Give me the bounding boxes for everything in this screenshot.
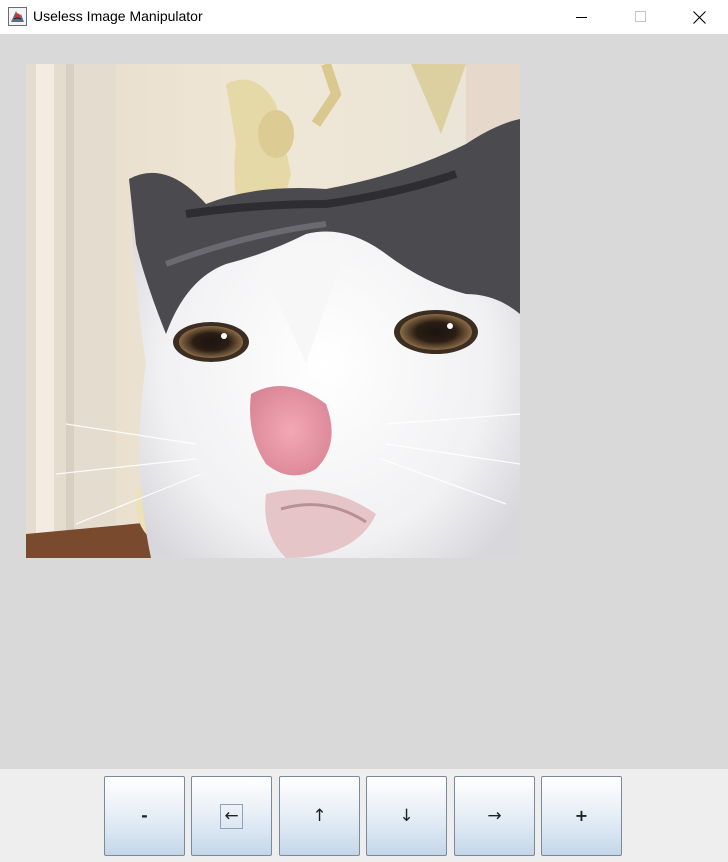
close-button[interactable] — [670, 0, 728, 34]
java-app-icon — [8, 7, 27, 26]
image-panel — [0, 34, 728, 769]
left-arrow-icon: ← — [220, 803, 243, 829]
cat-photo-image — [26, 64, 520, 558]
zoom-in-label: + — [574, 806, 589, 825]
move-up-button[interactable]: ↑ — [279, 776, 360, 856]
move-left-button[interactable]: ← — [191, 776, 272, 856]
minimize-icon — [576, 17, 587, 18]
minimize-button[interactable] — [553, 0, 611, 34]
title-bar[interactable]: Useless Image Manipulator — [0, 0, 728, 34]
close-icon — [692, 10, 706, 24]
move-down-button[interactable]: ↓ — [366, 776, 447, 856]
zoom-out-label: - — [141, 806, 148, 825]
control-button-bar: - ← ↑ ↓ → + — [0, 769, 728, 862]
maximize-button[interactable] — [612, 0, 670, 34]
zoom-in-button[interactable]: + — [541, 776, 622, 856]
move-right-button[interactable]: → — [454, 776, 535, 856]
app-window: Useless Image Manipulator - ← ↑ ↓ → + — [0, 0, 728, 862]
right-arrow-icon: → — [487, 805, 502, 826]
zoom-out-button[interactable]: - — [104, 776, 185, 856]
up-arrow-icon: ↑ — [312, 805, 327, 826]
down-arrow-icon: ↓ — [399, 805, 414, 826]
window-title: Useless Image Manipulator — [33, 8, 203, 24]
maximize-icon — [635, 11, 646, 22]
